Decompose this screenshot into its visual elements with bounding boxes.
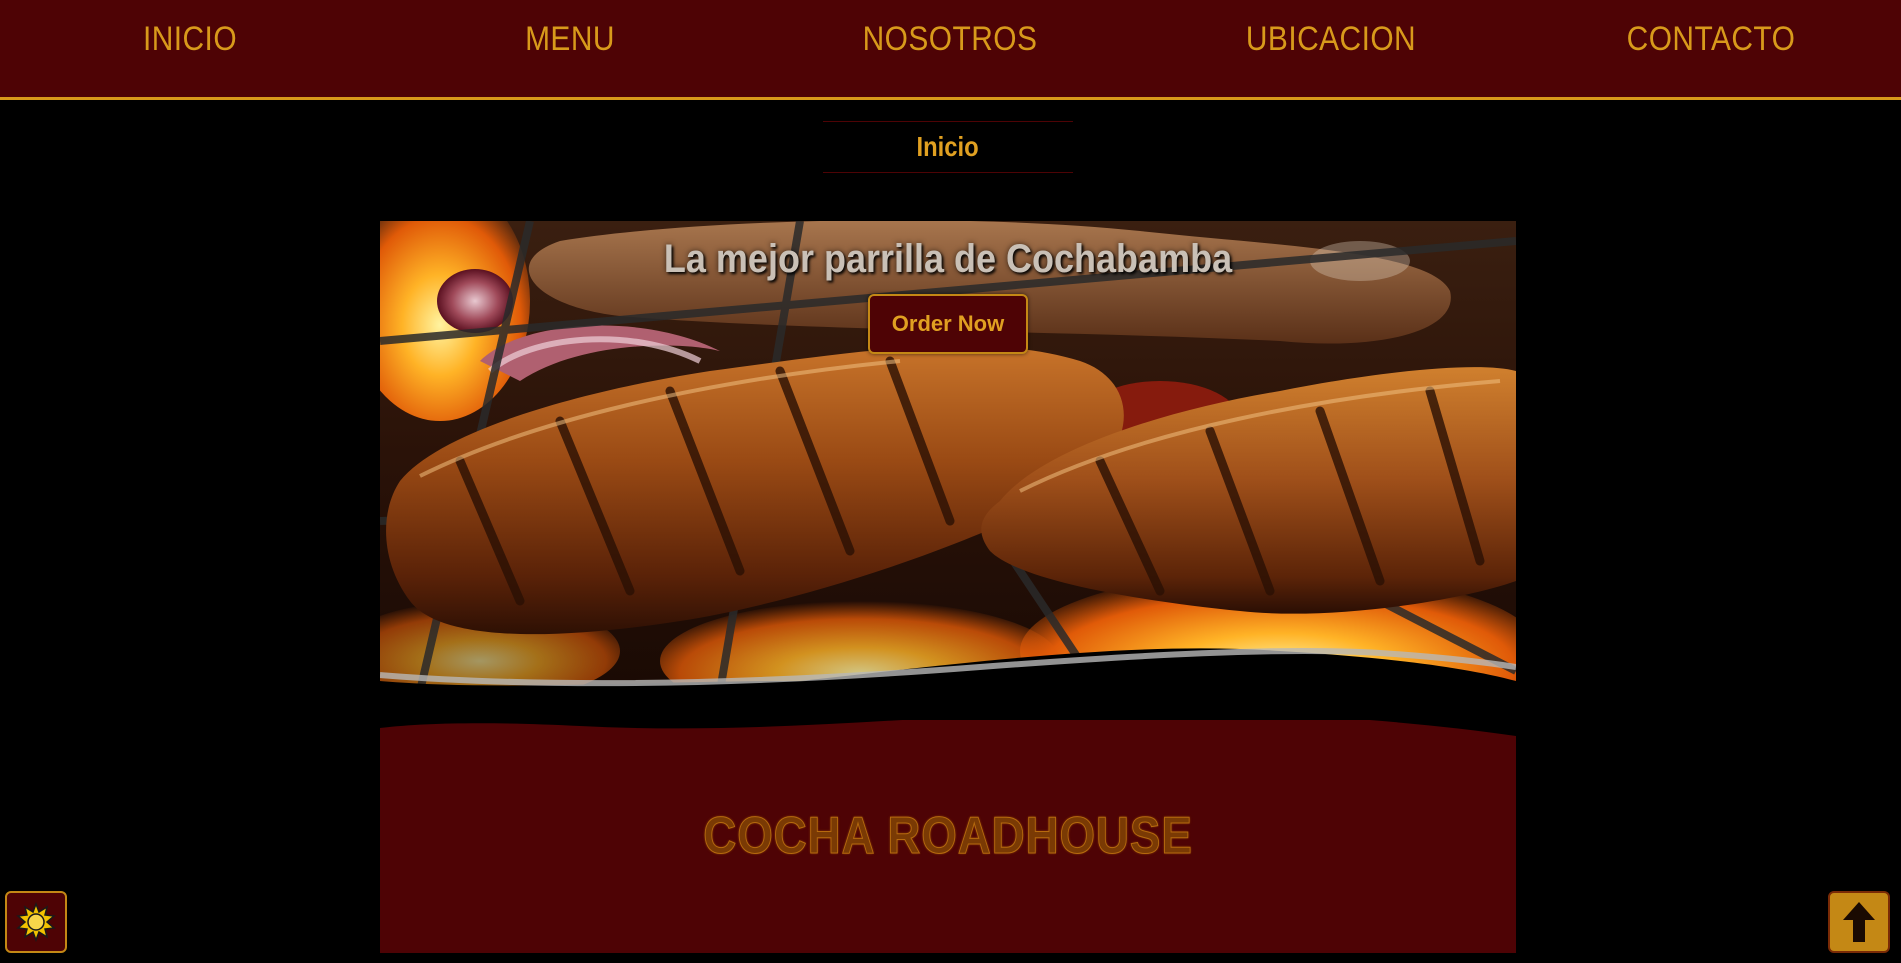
arrow-up-icon: [1843, 902, 1875, 942]
hero-headline: La mejor parrilla de Cochabamba: [663, 237, 1233, 281]
sun-icon: [16, 902, 56, 942]
section-title: Inicio: [916, 131, 980, 162]
nav-link-nosotros[interactable]: NOSOTROS: [783, 20, 1117, 59]
nav-link-menu[interactable]: MENU: [403, 20, 737, 59]
nav-link-ubicacion[interactable]: UBICACION: [1163, 20, 1497, 59]
scroll-top-button[interactable]: [1828, 891, 1890, 953]
section-title-box: Inicio: [823, 121, 1073, 173]
theme-toggle-button[interactable]: [5, 891, 67, 953]
order-now-button[interactable]: Order Now: [868, 294, 1028, 354]
top-navigation: INICIO MENU NOSOTROS UBICACION CONTACTO: [0, 0, 1901, 100]
brand-wave-divider: [380, 706, 1516, 736]
hero-banner: La mejor parrilla de Cochabamba Order No…: [380, 221, 1516, 691]
nav-link-contacto[interactable]: CONTACTO: [1544, 20, 1878, 59]
grilled-steak-image: [380, 221, 1516, 691]
nav-link-inicio[interactable]: INICIO: [23, 20, 357, 59]
brand-panel: COCHA ROADHOUSE: [380, 706, 1516, 953]
brand-name: COCHA ROADHOUSE: [703, 807, 1193, 866]
